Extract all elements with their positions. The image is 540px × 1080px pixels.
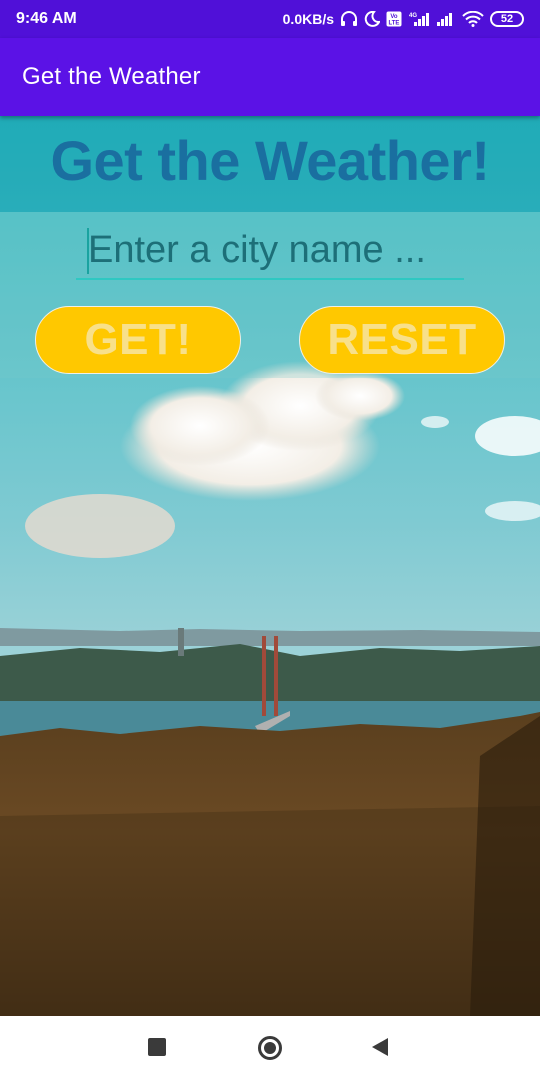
page-title: Get the Weather! [50, 129, 490, 192]
svg-text:LTE: LTE [389, 21, 400, 27]
status-icons: 0.0KB/s Vo LTE 4G 52 [283, 11, 524, 27]
city-input[interactable] [76, 222, 464, 280]
app-bar-title: Get the Weather [22, 63, 201, 90]
back-icon[interactable] [372, 1038, 388, 1056]
headset-icon [340, 11, 358, 27]
battery-icon: 52 [490, 11, 524, 27]
signal-icon [436, 11, 456, 27]
wifi-icon [462, 11, 484, 27]
volte-icon: Vo LTE [386, 11, 402, 27]
svg-text:Vo: Vo [390, 14, 398, 20]
get-button[interactable]: GET! [35, 306, 241, 374]
home-icon-dot [264, 1042, 276, 1054]
navigation-bar [0, 1016, 540, 1080]
moon-icon [364, 11, 380, 27]
status-bar: 9:46 AM 0.0KB/s Vo LTE 4G 52 [0, 0, 540, 38]
network-type-label: 4G [409, 13, 417, 19]
app-bar: Get the Weather [0, 38, 540, 116]
signal-icon: 4G [408, 11, 430, 27]
reset-button[interactable]: RESET [299, 306, 505, 374]
text-cursor [87, 228, 89, 274]
status-time: 9:46 AM [16, 10, 77, 27]
recent-apps-icon[interactable] [148, 1038, 166, 1056]
network-speed: 0.0KB/s [282, 11, 334, 27]
home-icon[interactable] [258, 1036, 282, 1060]
